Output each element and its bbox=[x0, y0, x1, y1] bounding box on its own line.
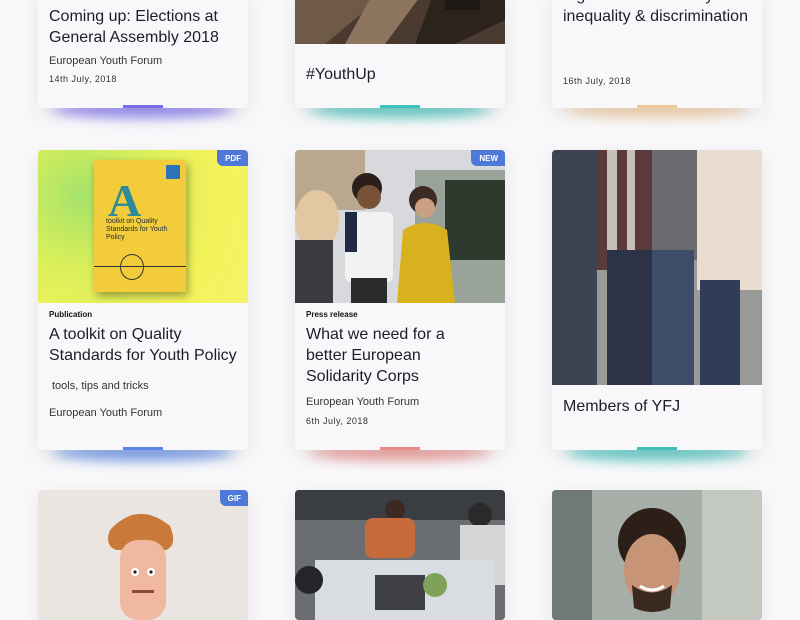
cartoon-character-image bbox=[38, 490, 248, 620]
card-accent-bar bbox=[380, 105, 420, 108]
card-accent-bar bbox=[637, 447, 677, 450]
checklist-icon bbox=[120, 254, 144, 280]
cover-logo-icon bbox=[166, 165, 180, 179]
card-kind: Press release bbox=[306, 310, 358, 319]
card-title: Members of YFJ bbox=[563, 398, 681, 415]
card-title: Coming up: Elections at General Assembly… bbox=[49, 8, 219, 46]
members-photo bbox=[552, 150, 762, 385]
card-image bbox=[38, 490, 248, 620]
card-date: 14th July, 2018 bbox=[49, 74, 117, 84]
cover-text: toolkit on Quality Standards for Youth P… bbox=[106, 218, 168, 241]
card-elections[interactable]: Coming up: Elections at General Assembly… bbox=[38, 0, 248, 108]
card-image bbox=[295, 0, 505, 44]
card-accent-bar bbox=[123, 447, 163, 450]
card-inequality[interactable]: together to address youth inequality & d… bbox=[552, 0, 762, 108]
card-image bbox=[552, 490, 762, 620]
card-smiling-man[interactable] bbox=[552, 490, 762, 620]
badge-new: NEW bbox=[471, 150, 505, 166]
cover-line bbox=[94, 266, 186, 267]
workshop-photo bbox=[295, 490, 505, 620]
card-subtitle: tools, tips and tricks bbox=[52, 380, 149, 392]
badge-pdf: PDF bbox=[217, 150, 248, 166]
card-kind: Publication bbox=[49, 310, 93, 319]
card-title: together to address youth inequality & d… bbox=[563, 0, 748, 25]
card-youthup[interactable]: #YouthUp bbox=[295, 0, 505, 108]
card-accent-bar bbox=[380, 447, 420, 450]
card-image: A toolkit on Quality Standards for Youth… bbox=[38, 150, 248, 303]
card-toolkit[interactable]: A toolkit on Quality Standards for Youth… bbox=[38, 150, 248, 450]
card-author: European Youth Forum bbox=[306, 396, 420, 408]
card-image bbox=[552, 150, 762, 385]
card-members[interactable]: Members of YFJ bbox=[552, 150, 762, 450]
card-title: What we need for a better European Solid… bbox=[306, 326, 445, 385]
card-accent-bar bbox=[123, 105, 163, 108]
card-accent-bar bbox=[637, 105, 677, 108]
card-title: #YouthUp bbox=[306, 66, 376, 83]
card-date: 16th July, 2018 bbox=[563, 76, 631, 86]
card-date: 6th July, 2018 bbox=[306, 416, 369, 426]
card-solidarity[interactable]: NEW Press release What we need for a bet… bbox=[295, 150, 505, 450]
smiling-man-photo bbox=[552, 490, 762, 620]
card-workshop[interactable] bbox=[295, 490, 505, 620]
badge-gif: GIF bbox=[219, 490, 248, 506]
card-author: European Youth Forum bbox=[49, 55, 163, 67]
card-author: European Youth Forum bbox=[49, 407, 163, 419]
toolkit-cover: A toolkit on Quality Standards for Youth… bbox=[94, 160, 186, 292]
card-image bbox=[295, 490, 505, 620]
students-photo bbox=[295, 150, 505, 303]
wood-steps-image bbox=[295, 0, 505, 44]
card-title: A toolkit on Quality Standards for Youth… bbox=[49, 326, 237, 364]
card-gif[interactable]: GIF bbox=[38, 490, 248, 620]
card-image bbox=[295, 150, 505, 303]
